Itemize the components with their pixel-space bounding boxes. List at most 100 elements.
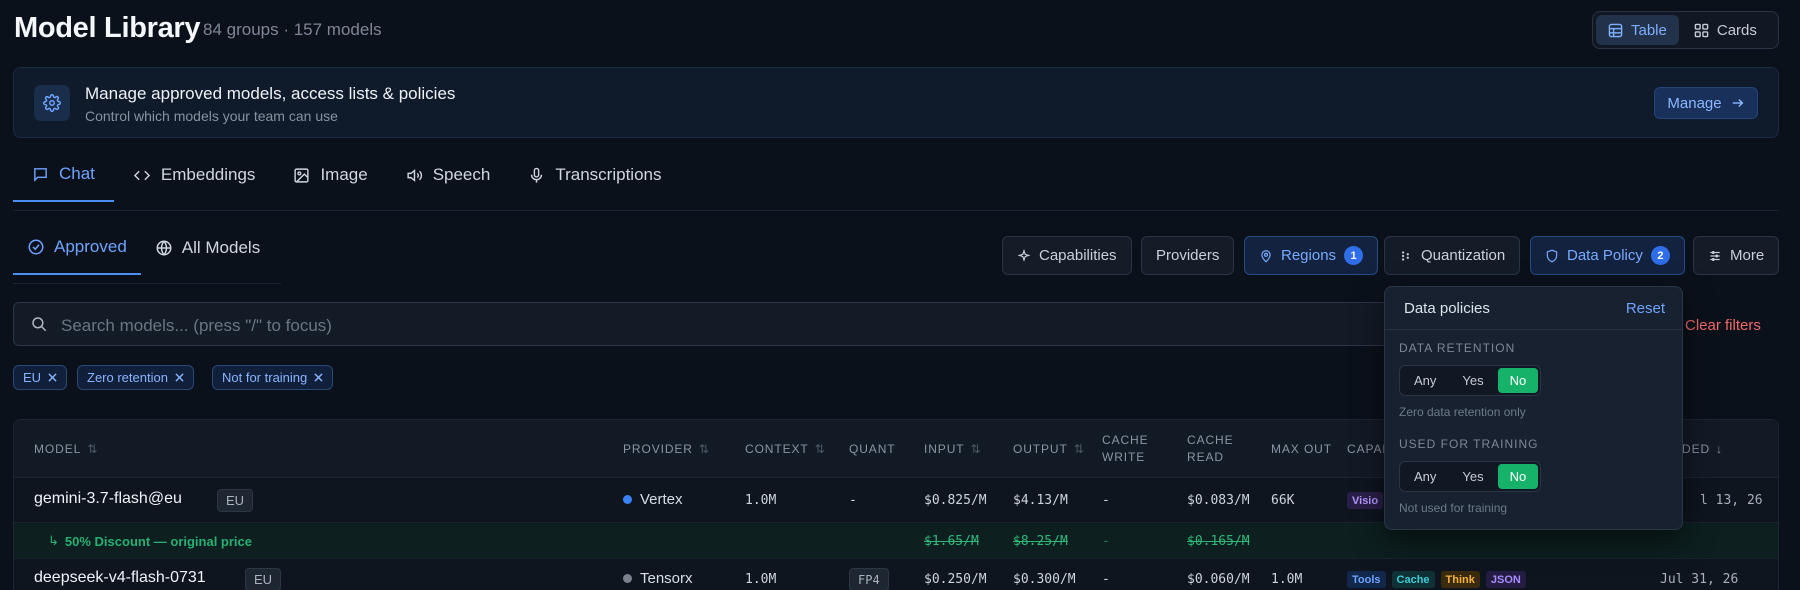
sort-icon: ⇅ (970, 442, 982, 456)
column-cache-write: Cache write (1102, 432, 1158, 466)
chip-label: EU (23, 370, 42, 385)
data-retention-label: DATA RETENTION (1399, 341, 1516, 355)
quantization-filter-button[interactable]: Quantization (1384, 236, 1521, 275)
provider-dot (623, 495, 632, 504)
table-view-button[interactable]: Table (1596, 15, 1679, 45)
settings-gear-icon (34, 85, 70, 121)
model-name: gemini-3.7-flash@eu (34, 490, 182, 507)
column-context[interactable]: Context ⇅ (745, 441, 826, 458)
retention-yes-option[interactable]: Yes (1450, 368, 1495, 393)
output-price: $0.300/M (1013, 572, 1076, 587)
column-quant: Quant (849, 441, 896, 458)
tabs-divider (13, 210, 1779, 211)
tab-image[interactable]: Image (274, 160, 386, 202)
column-cache-read: Cache read (1187, 432, 1243, 466)
provider-name: Tensorx (640, 570, 693, 587)
image-icon (293, 167, 310, 184)
search-input[interactable]: Search models... (press "/" to focus) (13, 302, 1403, 346)
close-icon[interactable] (314, 373, 323, 382)
column-provider[interactable]: Provider ⇅ (623, 441, 710, 458)
tab-speech[interactable]: Speech (387, 160, 510, 202)
data-policy-filter-button[interactable]: Data Policy 2 (1530, 236, 1685, 275)
provider-cell: Vertex (623, 491, 683, 508)
subtabs-divider (13, 283, 281, 284)
regions-label: Regions (1281, 247, 1337, 264)
context-cell: 1.0M (745, 572, 777, 587)
speaker-icon (406, 167, 423, 184)
training-yes-option[interactable]: Yes (1450, 464, 1495, 489)
close-icon[interactable] (48, 373, 57, 382)
max-out-cell: 66K (1271, 493, 1295, 508)
column-added[interactable]: ded ↓ (1682, 441, 1723, 458)
view-toggle: Table Cards (1592, 11, 1779, 49)
close-icon[interactable] (175, 373, 184, 382)
input-price: $0.250/M (924, 572, 987, 587)
original-input-price: $1.65/M (924, 534, 979, 549)
sort-icon: ⇅ (814, 442, 826, 456)
tab-label: Approved (54, 237, 127, 256)
manage-button[interactable]: Manage (1654, 87, 1758, 119)
manage-banner: Manage approved models, access lists & p… (13, 67, 1779, 138)
more-filters-button[interactable]: More (1693, 236, 1780, 275)
cards-view-button[interactable]: Cards (1682, 15, 1769, 45)
discount-info: ↳ 50% Discount — original price (48, 533, 252, 549)
approval-tabs: Approved All Models (13, 233, 274, 275)
tab-all-models[interactable]: All Models (141, 233, 274, 275)
tab-label: Image (320, 165, 368, 184)
page-title: Model Library (14, 12, 201, 44)
tab-label: Transcriptions (555, 165, 662, 184)
microphone-icon (528, 167, 545, 184)
used-for-training-label: USED FOR TRAINING (1399, 437, 1539, 451)
quant-badge: FP4 (849, 568, 889, 590)
training-no-option[interactable]: No (1497, 464, 1539, 489)
arrow-down-icon: ↓ (1716, 442, 1723, 456)
tab-chat[interactable]: Chat (13, 160, 114, 202)
map-pin-icon (1259, 249, 1273, 263)
capabilities-filter-button[interactable]: Capabilities (1002, 236, 1132, 275)
providers-filter-button[interactable]: Providers (1141, 236, 1235, 275)
capability-badge: Visio (1347, 492, 1384, 509)
table-row[interactable]: deepseek-v4-flash-0731 EU Tensorx 1.0M F… (14, 559, 1778, 590)
retention-no-option[interactable]: No (1497, 368, 1539, 393)
tab-label: Chat (59, 164, 95, 183)
training-any-option[interactable]: Any (1402, 464, 1448, 489)
cards-view-label: Cards (1716, 21, 1757, 39)
filter-chip-zero-retention[interactable]: Zero retention (77, 365, 194, 390)
tab-embeddings[interactable]: Embeddings (114, 160, 275, 202)
chip-label: Zero retention (87, 370, 168, 385)
column-label: Max out (1271, 442, 1332, 456)
cache-read-price: $0.060/M (1187, 572, 1250, 587)
capability-badge: Tools (1347, 571, 1386, 588)
category-tabs: Chat Embeddings Image Speech Transcripti… (13, 160, 681, 202)
tab-approved[interactable]: Approved (13, 233, 141, 275)
arrow-right-icon (1731, 96, 1745, 110)
tab-label: Embeddings (160, 165, 256, 184)
tab-transcriptions[interactable]: Transcriptions (509, 160, 680, 202)
clear-filters-link[interactable]: Clear filters (1685, 317, 1761, 334)
column-output[interactable]: Output ⇅ (1013, 441, 1085, 458)
regions-filter-button[interactable]: Regions 1 (1244, 236, 1379, 275)
reset-button[interactable]: Reset (1626, 300, 1665, 317)
sort-icon: ⇅ (1073, 442, 1085, 456)
sparkle-icon (1017, 248, 1031, 263)
context-cell: 1.0M (745, 493, 777, 508)
column-label: Model (34, 442, 82, 456)
banner-subtitle: Control which models your team can use (85, 108, 338, 124)
filter-chip-eu[interactable]: EU (13, 365, 68, 390)
banner-title: Manage approved models, access lists & p… (85, 84, 456, 103)
column-label: Cache write (1102, 433, 1149, 464)
data-policy-label: Data Policy (1567, 247, 1643, 264)
added-date: Jul 31, 26 (1660, 572, 1739, 587)
column-model[interactable]: Model ⇅ (34, 441, 98, 458)
retention-any-option[interactable]: Any (1402, 368, 1448, 393)
column-input[interactable]: Input ⇅ (924, 441, 981, 458)
table-view-label: Table (1631, 21, 1667, 39)
output-price: $4.13/M (1013, 493, 1068, 508)
sort-icon: ⇅ (698, 442, 710, 456)
filter-chip-not-for-training[interactable]: Not for training (212, 365, 334, 390)
code-brackets-icon (133, 167, 151, 184)
manage-label: Manage (1667, 94, 1722, 112)
model-name: deepseek-v4-flash-0731 (34, 569, 206, 586)
chat-bubble-icon (32, 166, 49, 183)
capability-badge: Think (1440, 571, 1480, 588)
